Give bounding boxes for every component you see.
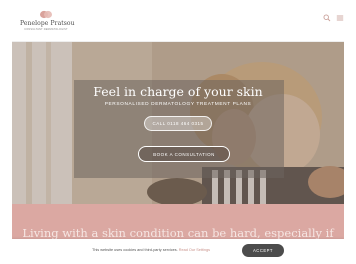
header-icons [323, 14, 344, 22]
cookie-message: This website uses cookies and third-part… [92, 248, 210, 252]
hero-title: Feel in charge of your skin [93, 84, 263, 99]
logo[interactable]: Penelope Pratsou CONSULTANT DERMATOLOGIS… [20, 10, 75, 31]
page: Penelope Pratsou CONSULTANT DERMATOLOGIS… [12, 0, 344, 264]
logo-name: Penelope Pratsou [20, 20, 75, 27]
logo-tagline: CONSULTANT DERMATOLOGIST [24, 28, 68, 31]
hero-section: Feel in charge of your skin PERSONALISED… [12, 42, 344, 204]
cookie-banner: This website uses cookies and third-part… [12, 239, 344, 264]
site-header: Penelope Pratsou CONSULTANT DERMATOLOGIS… [12, 0, 344, 42]
search-icon[interactable] [323, 14, 331, 22]
menu-icon[interactable] [336, 14, 344, 22]
call-button[interactable]: CALL 0118 464 0315 [144, 116, 212, 131]
intro-text: Living with a skin condition can be hard… [22, 226, 334, 240]
cookie-settings-link[interactable]: Read Our Settings [179, 248, 210, 252]
cookie-text: This website uses cookies and third-part… [92, 248, 178, 252]
book-consultation-button[interactable]: BOOK A CONSULTATION [138, 146, 230, 162]
accept-cookies-button[interactable]: ACCEPT [242, 244, 284, 257]
logo-icon [40, 10, 52, 19]
hero-subtitle: PERSONALISED DERMATOLOGY TREATMENT PLANS [104, 102, 252, 107]
